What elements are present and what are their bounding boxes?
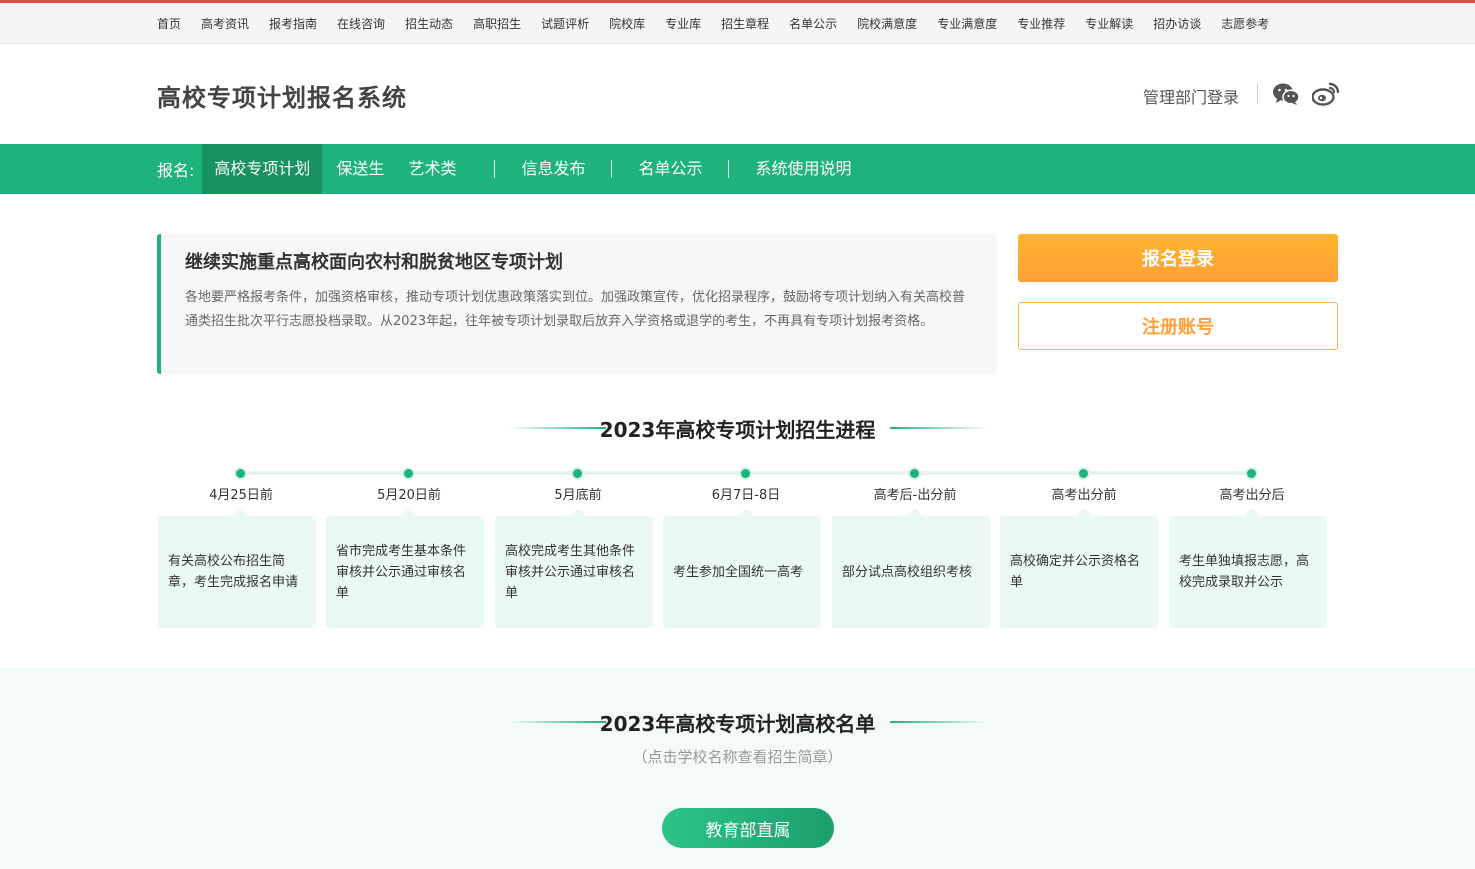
main-nav-recommended[interactable]: 保送生: [322, 144, 396, 194]
timeline-date: 6月7日-8日: [711, 488, 781, 503]
timeline-card: 高校完成考生其他条件审核并公示通过审核名单: [495, 508, 653, 628]
main-nav-separator: [728, 160, 730, 178]
main-nav-separator: [494, 160, 496, 178]
top-nav-news[interactable]: 高考资讯: [201, 15, 249, 32]
school-list-subtitle: （点击学校名称查看招生简章）: [632, 748, 843, 766]
top-nav-schools[interactable]: 院校库: [609, 15, 645, 32]
top-nav-exam-review[interactable]: 试题评析: [541, 15, 589, 32]
timeline-title: 2023年高校专项计划招生进程: [599, 418, 876, 442]
moe-direct-category-button[interactable]: 教育部直属: [662, 808, 834, 848]
wechat-icon[interactable]: [1272, 82, 1300, 106]
timeline-dot: [1077, 467, 1090, 480]
timeline-card: 考生单独填报志愿，高校完成录取并公示: [1169, 508, 1327, 628]
timeline-date: 5月底前: [554, 488, 602, 503]
main-nav-label: 报名:: [157, 161, 195, 180]
timeline-dot: [1245, 467, 1258, 480]
timeline-date: 高考出分后: [1219, 488, 1285, 503]
title-decor-line-right: [890, 427, 988, 429]
top-nav-vocational[interactable]: 高职招生: [473, 15, 521, 32]
timeline-card: 省市完成考生基本条件审核并公示通过审核名单: [326, 508, 484, 628]
main-nav-inner: 报名: 高校专项计划 保送生 艺术类 信息发布 名单公示 系统使用说明: [157, 144, 852, 194]
site-title: 高校专项计划报名系统: [157, 84, 407, 112]
top-nav-home[interactable]: 首页: [157, 15, 181, 32]
admin-login-link[interactable]: 管理部门登录: [1143, 84, 1239, 108]
main-nav: 报名: 高校专项计划 保送生 艺术类 信息发布 名单公示 系统使用说明: [0, 144, 1475, 194]
weibo-icon[interactable]: [1312, 81, 1340, 107]
timeline-date: 高考后-出分前: [873, 488, 957, 503]
notice-title: 继续实施重点高校面向农村和脱贫地区专项计划: [185, 252, 563, 273]
top-nav-major-recommend[interactable]: 专业推荐: [1017, 15, 1065, 32]
timeline-dot: [908, 467, 921, 480]
top-nav-admission-news[interactable]: 招生动态: [405, 15, 453, 32]
timeline-card: 高校确定并公示资格名单: [1000, 508, 1158, 628]
top-bar: 首页 高考资讯 报考指南 在线咨询 招生动态 高职招生 试题评析 院校库 专业库…: [0, 0, 1475, 44]
top-nav-regulations[interactable]: 招生章程: [721, 15, 769, 32]
main-nav-separator: [611, 160, 613, 178]
top-nav-school-satisfaction[interactable]: 院校满意度: [857, 15, 917, 32]
register-button[interactable]: 注册账号: [1018, 302, 1338, 350]
timeline-dot: [739, 467, 752, 480]
top-nav-consult[interactable]: 在线咨询: [337, 15, 385, 32]
main-nav-special-plan[interactable]: 高校专项计划: [202, 144, 323, 194]
top-nav-list-publicity[interactable]: 名单公示: [789, 15, 837, 32]
timeline-dot: [402, 467, 415, 480]
timeline-date: 5月20日前: [377, 488, 441, 503]
school-list-title: 2023年高校专项计划高校名单: [599, 712, 876, 736]
timeline-dot: [234, 467, 247, 480]
top-nav: 首页 高考资讯 报考指南 在线咨询 招生动态 高职招生 试题评析 院校库 专业库…: [157, 3, 1289, 44]
timeline-card: 部分试点高校组织考核: [832, 508, 990, 628]
top-nav-interviews[interactable]: 招办访谈: [1153, 15, 1201, 32]
title-decor-line-right: [890, 721, 988, 723]
login-button[interactable]: 报名登录: [1018, 234, 1338, 282]
top-nav-major-interpret[interactable]: 专业解读: [1085, 15, 1133, 32]
timeline-date: 高考出分前: [1051, 488, 1117, 503]
header-divider: [1257, 84, 1258, 104]
timeline-date: 4月25日前: [209, 488, 273, 503]
main-nav-art[interactable]: 艺术类: [396, 144, 468, 194]
header: 高校专项计划报名系统 管理部门登录: [0, 44, 1475, 144]
top-nav-volunteer-ref[interactable]: 志愿参考: [1221, 15, 1269, 32]
timeline-card: 考生参加全国统一高考: [663, 508, 821, 628]
policy-notice: 继续实施重点高校面向农村和脱贫地区专项计划 各地要严格报考条件，加强资格审核，推…: [157, 234, 997, 374]
top-nav-guide[interactable]: 报考指南: [269, 15, 317, 32]
main-nav-user-guide[interactable]: 系统使用说明: [755, 144, 851, 194]
main-nav-list-publicity[interactable]: 名单公示: [638, 144, 702, 194]
top-nav-majors[interactable]: 专业库: [665, 15, 701, 32]
top-nav-major-satisfaction[interactable]: 专业满意度: [937, 15, 997, 32]
notice-body: 各地要严格报考条件，加强资格审核，推动专项计划优惠政策落实到位。加强政策宣传，优…: [185, 290, 966, 329]
timeline-dot: [571, 467, 584, 480]
main-nav-info-release[interactable]: 信息发布: [521, 144, 585, 194]
timeline-card: 有关高校公布招生简章，考生完成报名申请: [158, 508, 316, 628]
